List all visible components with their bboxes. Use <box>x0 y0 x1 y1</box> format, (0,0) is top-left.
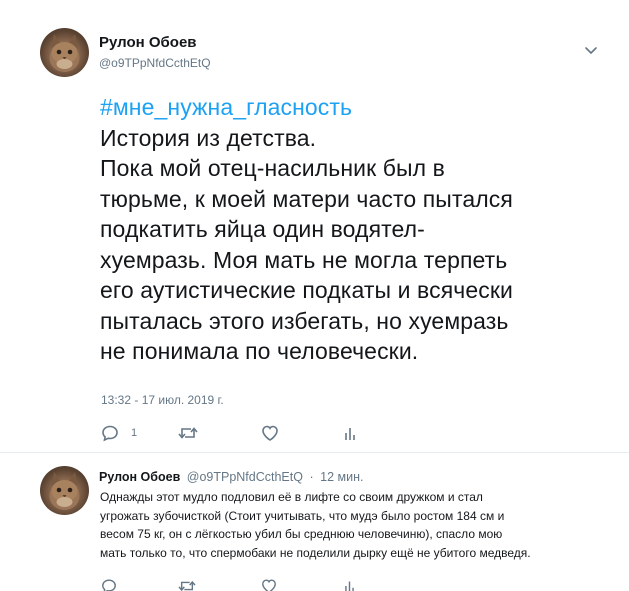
reply-text-line: весом 75 кг, он с лёгкостью убил бы сред… <box>100 527 503 541</box>
tweet-text-line: не понимала по человечески. <box>100 338 419 364</box>
retweet-button[interactable] <box>178 578 196 591</box>
tweet-text-line: История из детства. <box>100 124 317 151</box>
retweet-icon <box>178 427 198 439</box>
reply-header: Рулон Обоев @o9TPpNfdCcthEtQ · 12 мин. <box>99 470 363 484</box>
user-handle[interactable]: @o9TPpNfdCcthEtQ <box>99 56 211 70</box>
chevron-down-icon[interactable] <box>584 46 598 56</box>
tweet-text-line: подкатить яйца один водятел- <box>100 216 425 242</box>
separator-dot: · <box>309 470 314 484</box>
analytics-icon <box>345 581 354 591</box>
user-handle[interactable]: @o9TPpNfdCcthEtQ <box>187 470 303 484</box>
tweet-text-line: Пока мой отец-насильник был в <box>100 155 445 181</box>
tweet-text-line: пыталась этого избегать, но хуемразь <box>100 307 509 334</box>
main-tweet: Рулон Обоев @o9TPpNfdCcthEtQ #мне_нужна_… <box>0 0 629 453</box>
cat-avatar-icon <box>49 34 80 72</box>
tweet-text-line: тюрьме, к моей матери часто пытался <box>100 185 513 212</box>
tweet-divider <box>0 452 629 453</box>
display-name[interactable]: Рулон Обоев <box>99 470 180 484</box>
reply-actions <box>101 578 401 591</box>
tweet-text-line: хуемразь. Моя мать не могла терпеть <box>100 246 508 273</box>
reply-text-line: Однажды этот мудло подловил её в лифте с… <box>100 490 483 504</box>
analytics-button[interactable] <box>343 424 357 442</box>
reply-button[interactable]: 1 <box>101 424 137 442</box>
reply-text: Однажды этот мудло подловил её в лифте с… <box>100 488 610 562</box>
reply-text-line: мать только то, что спермобаки не подели… <box>100 545 531 560</box>
like-icon <box>262 579 276 591</box>
like-button[interactable] <box>261 424 279 442</box>
tweet-actions: 1 <box>101 424 401 444</box>
cat-avatar-icon <box>49 472 80 510</box>
tweet-timestamp[interactable]: 13:32 - 17 июл. 2019 г. <box>101 393 224 407</box>
analytics-button[interactable] <box>343 578 356 591</box>
display-name[interactable]: Рулон Обоев <box>99 34 197 51</box>
analytics-icon <box>345 428 355 440</box>
reply-time[interactable]: 12 мин. <box>320 470 363 484</box>
retweet-icon <box>178 580 196 591</box>
reply-button[interactable] <box>101 578 117 591</box>
hashtag-link[interactable]: #мне_нужна_гласность <box>100 92 600 123</box>
like-button[interactable] <box>261 578 277 591</box>
reply-text-line: угрожать зубочисткой (Стоит учитывать, ч… <box>100 508 505 523</box>
reply-icon <box>102 579 116 591</box>
reply-icon <box>102 425 118 442</box>
avatar[interactable] <box>40 28 89 77</box>
like-icon <box>262 425 278 441</box>
reply-count: 1 <box>131 427 138 439</box>
tweet-text: #мне_нужна_гласность История из детства.… <box>100 92 600 367</box>
avatar[interactable] <box>40 466 89 515</box>
tweet-text-line: его аутистические подкаты и всячески <box>100 277 513 303</box>
retweet-button[interactable] <box>178 424 198 442</box>
